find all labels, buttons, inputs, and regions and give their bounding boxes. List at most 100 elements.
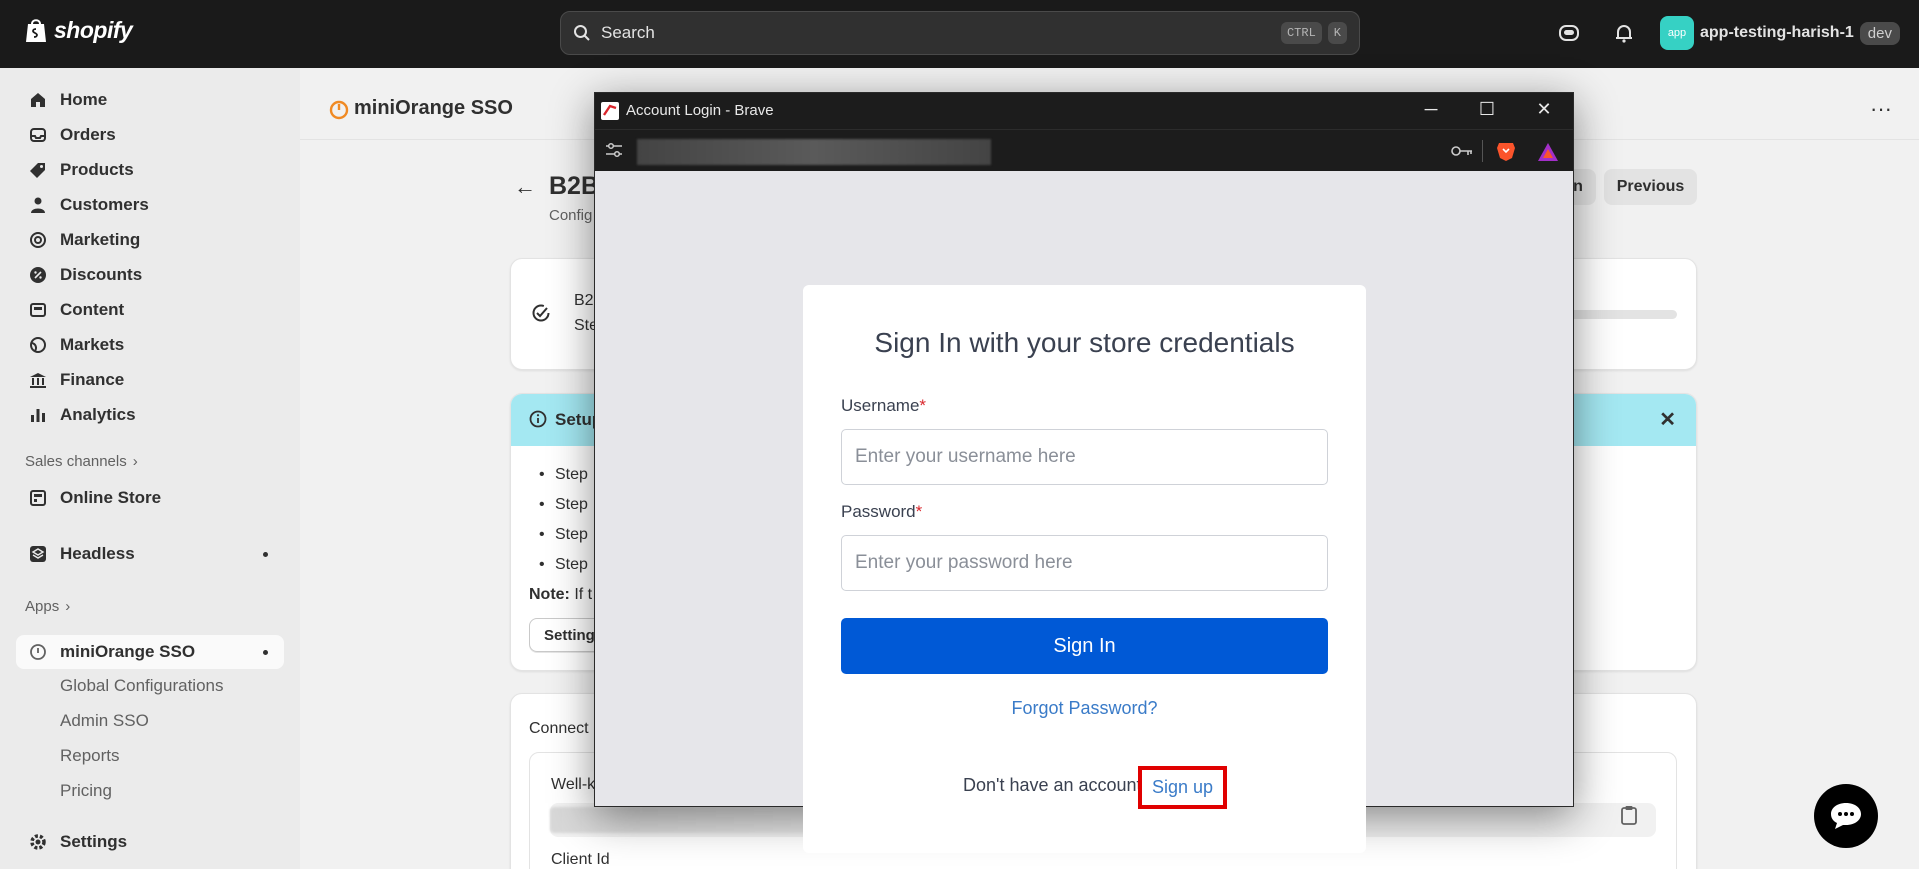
page-subtitle: Config [549,207,593,224]
apps-label[interactable]: Apps › [25,598,70,615]
password-label-text: Password [841,502,916,521]
toolbar-divider [1482,140,1483,162]
client-id-label: Client Id [551,851,610,868]
sidebar-item-orders[interactable]: Orders [16,118,284,152]
sidebar-item-finance[interactable]: Finance [16,363,284,397]
search-bar[interactable]: Search CTRL K [560,11,1360,55]
sidebar-item-label: miniOrange SSO [60,642,196,661]
bank-icon [28,370,48,390]
chat-icon [1831,803,1861,829]
home-icon [28,90,48,110]
chart-icon [28,405,48,425]
step-item: Step [539,526,588,544]
no-account-text: Don't have an account [963,775,1142,795]
login-heading: Sign In with your store credentials [874,327,1295,358]
person-icon [28,195,48,215]
pin-dot [263,552,268,557]
sidebar-item-markets[interactable]: Markets [16,328,284,362]
address-bar [595,129,1573,171]
close-icon[interactable]: ✕ [1659,407,1676,432]
back-arrow-icon[interactable]: ← [514,174,536,200]
chevron-right-icon: › [65,598,71,615]
sidebar-item-online-store[interactable]: Online Store [16,481,284,515]
sidebar-item-headless[interactable]: Headless [16,537,284,571]
chat-bubble-button[interactable] [1814,784,1878,848]
well-known-label: Well-k [551,776,596,793]
check-circle-icon [532,304,550,322]
tag-icon [28,160,48,180]
brave-rewards-icon[interactable] [1537,142,1559,162]
username-label-text: Username [841,396,920,415]
sidebar-sub-global-configurations[interactable]: Global Configurations [60,676,223,696]
chevron-right-icon: › [132,453,138,470]
more-actions-icon[interactable]: ··· [1870,96,1894,121]
site-favicon [601,102,619,120]
password-label: Password* [841,502,922,522]
page-title: B2B [549,172,600,200]
sidebar-sub-admin-sso[interactable]: Admin SSO [60,711,149,731]
password-field[interactable]: Enter your password here [841,535,1328,591]
pin-dot [263,650,268,655]
sidebar-item-label: Products [60,160,134,179]
close-window-icon[interactable]: ✕ [1532,99,1556,120]
connection-label: Connect [529,720,589,737]
store-icon [28,488,48,508]
key-icon[interactable] [1451,144,1473,158]
username-placeholder: Enter your username here [855,446,1076,467]
sidebar-item-label: Content [60,300,125,319]
clipboard-icon[interactable] [1621,805,1637,825]
progress-bar [1560,310,1677,319]
note-label: Note: [529,586,570,603]
brave-shield-icon[interactable] [1495,140,1517,162]
sign-in-button[interactable]: Sign In [841,618,1328,674]
maximize-icon[interactable]: ☐ [1475,99,1499,120]
redacted-address[interactable] [637,139,991,165]
app-title: miniOrange SSO [328,97,513,120]
forgot-password-link[interactable]: Forgot Password? [803,698,1366,719]
top-bar: shopify Search CTRL K app app-testing-ha… [0,0,1919,68]
sidebar-sub-reports[interactable]: Reports [60,746,120,766]
sidekick-icon[interactable] [1557,21,1581,45]
password-placeholder: Enter your password here [855,552,1073,573]
miniorange-icon [28,642,48,662]
shopify-logo[interactable]: shopify [24,16,133,44]
window-title: Account Login - Brave [626,102,774,119]
site-settings-icon[interactable] [605,142,623,158]
sidebar-item-marketing[interactable]: Marketing [16,223,284,257]
info-icon [529,410,547,428]
required-mark: * [915,502,923,521]
shopify-bag-icon [26,19,46,42]
sidebar-item-label: Marketing [60,230,141,249]
window-titlebar: Account Login - Brave ─ ☐ ✕ [595,93,1573,129]
headless-icon [28,544,48,564]
store-name: app-testing-harish-1 [1700,24,1854,41]
minimize-icon[interactable]: ─ [1419,99,1443,120]
sidebar-item-label: Orders [60,125,116,144]
sidebar-item-label: Markets [60,335,125,354]
sales-channels-label[interactable]: Sales channels › [25,453,138,470]
sidebar-item-home[interactable]: Home [16,83,284,117]
bell-icon[interactable] [1612,21,1636,45]
progress-title: B2 [574,292,594,309]
username-field[interactable]: Enter your username here [841,429,1328,485]
sidebar-item-miniorange[interactable]: miniOrange SSO [16,635,284,669]
sidebar-item-settings[interactable]: Settings [16,825,284,859]
store-switcher[interactable]: app app-testing-harish-1 dev [1660,16,1900,50]
sidebar-item-products[interactable]: Products [16,153,284,187]
sidebar-item-analytics[interactable]: Analytics [16,398,284,432]
step-item: Step [539,496,588,514]
gear-icon [28,832,48,852]
sign-up-link[interactable]: Sign up [1138,766,1227,809]
required-mark: * [919,396,927,415]
previous-button[interactable]: Previous [1604,169,1697,205]
username-label: Username* [841,396,926,416]
sidebar-item-label: Home [60,90,108,109]
sidebar-item-label: Discounts [60,265,143,284]
sidebar-item-discounts[interactable]: Discounts [16,258,284,292]
setup-note: Note: If t [529,586,592,604]
sidebar-item-customers[interactable]: Customers [16,188,284,222]
login-popup-window: Account Login - Brave ─ ☐ ✕ Sign In with… [594,92,1574,853]
sidebar-item-content[interactable]: Content [16,293,284,327]
login-card: Sign In with your store credentials User… [803,285,1366,853]
sidebar-sub-pricing[interactable]: Pricing [60,781,112,801]
